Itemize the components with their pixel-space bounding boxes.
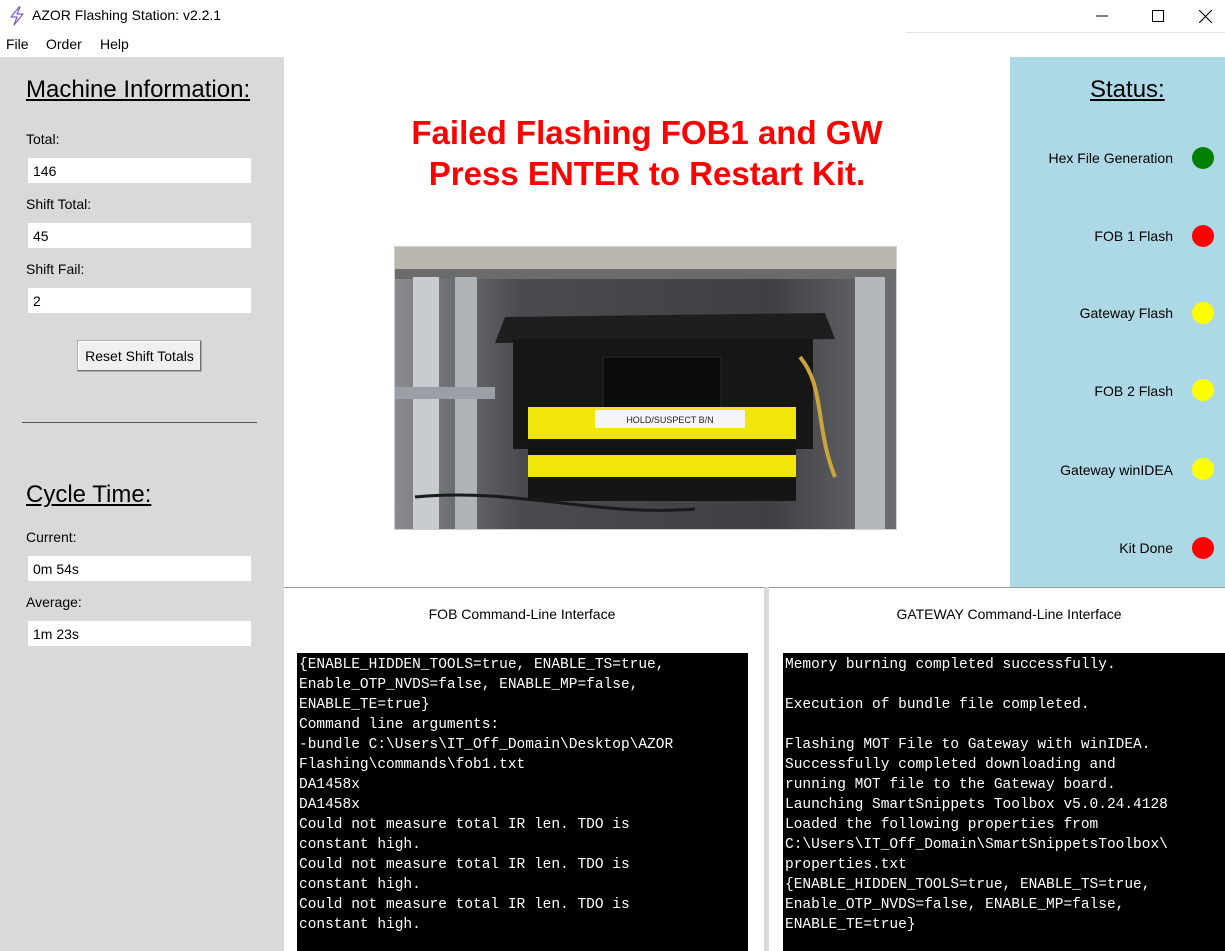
gateway-cli-line: [785, 675, 1225, 695]
minimize-button[interactable]: [1074, 0, 1130, 32]
failure-message: Failed Flashing FOB1 and GW Press ENTER …: [284, 112, 1010, 194]
fob-cli-line: constant high.: [299, 917, 421, 933]
gateway-cli-line: Successfully completed downloading and: [785, 757, 1116, 773]
kit-photo: HOLD/SUSPECT B/N: [394, 246, 897, 530]
fob-cli-line: Enable_OTP_NVDS=false, ENABLE_MP=false,: [299, 677, 639, 693]
shift-total-field[interactable]: 45: [28, 223, 251, 248]
failure-message-line1: Failed Flashing FOB1 and GW: [411, 114, 883, 151]
status-indicator-kit-done: [1192, 537, 1214, 559]
failure-message-line2: Press ENTER to Restart Kit.: [428, 155, 866, 192]
kit-photo-illustration: HOLD/SUSPECT B/N: [395, 247, 896, 529]
reset-shift-totals-button[interactable]: Reset Shift Totals: [77, 340, 202, 372]
fob-cli-line: Could not measure total IR len. TDO is: [299, 857, 630, 873]
gateway-cli-line: Launching SmartSnippets Toolbox v5.0.24.…: [785, 797, 1168, 813]
status-label-gateway-flash: Gateway Flash: [1079, 305, 1173, 321]
fob-cli-line: constant high.: [299, 837, 421, 853]
fob-cli-line: Command line arguments:: [299, 717, 500, 733]
status-label-hex-file-generation: Hex File Generation: [1048, 150, 1173, 166]
gateway-cli-title: GATEWAY Command-Line Interface: [896, 606, 1122, 622]
window-title: AZOR Flashing Station: v2.2.1: [32, 7, 222, 23]
average-label: Average:: [26, 594, 82, 610]
photo-label-text: HOLD/SUSPECT B/N: [626, 415, 713, 425]
status-label-gateway-winidea: Gateway winIDEA: [1060, 462, 1173, 478]
fob-cli-line: Could not measure total IR len. TDO is: [299, 817, 630, 833]
gateway-cli-line: Flashing MOT File to Gateway with winIDE…: [785, 737, 1151, 753]
fob-cli-line: Flashing\commands\fob1.txt: [299, 757, 526, 773]
gateway-cli-line: Execution of bundle file completed.: [785, 697, 1090, 713]
gateway-cli-line: Loaded the following properties from: [785, 817, 1099, 833]
panel-divider: [22, 422, 257, 423]
gateway-cli-line: Enable_OTP_NVDS=false, ENABLE_MP=false,: [785, 897, 1125, 913]
fob-cli-line: -bundle C:\Users\IT_Off_Domain\Desktop\A…: [299, 737, 674, 753]
status-label-kit-done: Kit Done: [1119, 540, 1173, 556]
shift-total-label: Shift Total:: [26, 196, 92, 212]
minimize-icon: [1096, 15, 1108, 17]
status-panel: [1010, 57, 1225, 587]
status-label-fob1-flash: FOB 1 Flash: [1094, 228, 1173, 244]
fob-cli-line: ENABLE_TE=true}: [299, 697, 430, 713]
shift-fail-field[interactable]: 2: [28, 288, 251, 313]
average-cycle-field[interactable]: 1m 23s: [28, 621, 251, 646]
gateway-cli-line: {ENABLE_HIDDEN_TOOLS=true, ENABLE_TS=tru…: [785, 877, 1151, 893]
cycle-time-heading: Cycle Time:: [26, 481, 152, 508]
gateway-cli-line: [785, 715, 1225, 735]
current-cycle-field[interactable]: 0m 54s: [28, 556, 251, 581]
close-button[interactable]: [1186, 0, 1225, 32]
menu-file[interactable]: File: [6, 36, 29, 52]
fob-cli-title: FOB Command-Line Interface: [428, 606, 616, 622]
status-indicator-fob2-flash: [1192, 379, 1214, 401]
gateway-cli-line: ENABLE_TE=true}: [785, 917, 916, 933]
machine-info-heading: Machine Information:: [26, 76, 251, 103]
gateway-cli-line: running MOT file to the Gateway board.: [785, 777, 1116, 793]
menu-bar: [0, 34, 1225, 56]
fob-cli-line: DA1458x: [299, 797, 360, 813]
status-indicator-gateway-flash: [1192, 302, 1214, 324]
status-indicator-fob1-flash: [1192, 225, 1214, 247]
shift-fail-label: Shift Fail:: [26, 261, 85, 277]
fob-cli-line: Could not measure total IR len. TDO is: [299, 897, 630, 913]
menu-order[interactable]: Order: [46, 36, 82, 52]
menu-help[interactable]: Help: [100, 36, 129, 52]
gateway-cli-line: properties.txt: [785, 857, 907, 873]
maximize-icon: [1152, 10, 1164, 22]
fob-cli-console[interactable]: {ENABLE_HIDDEN_TOOLS=true, ENABLE_TS=tru…: [297, 653, 748, 951]
lightning-bolt-icon: [10, 6, 24, 26]
total-field[interactable]: 146: [28, 158, 251, 183]
gateway-cli-console[interactable]: Memory burning completed successfully. E…: [783, 653, 1225, 951]
fob-cli-line: constant high.: [299, 877, 421, 893]
status-label-fob2-flash: FOB 2 Flash: [1094, 383, 1173, 399]
total-label: Total:: [26, 131, 60, 147]
close-icon: [1199, 9, 1212, 23]
maximize-button[interactable]: [1130, 0, 1186, 32]
fob-cli-line: DA1458x: [299, 777, 360, 793]
fob-cli-line: {ENABLE_HIDDEN_TOOLS=true, ENABLE_TS=tru…: [299, 657, 665, 673]
current-label: Current:: [26, 529, 77, 545]
status-indicator-gateway-winidea: [1192, 458, 1214, 480]
gateway-cli-line: Memory burning completed successfully.: [785, 657, 1116, 673]
status-heading: Status:: [1090, 76, 1165, 103]
gateway-cli-line: C:\Users\IT_Off_Domain\SmartSnippetsTool…: [785, 837, 1168, 853]
menu-separator: [906, 32, 1225, 33]
status-indicator-hex-file-generation: [1192, 147, 1214, 169]
